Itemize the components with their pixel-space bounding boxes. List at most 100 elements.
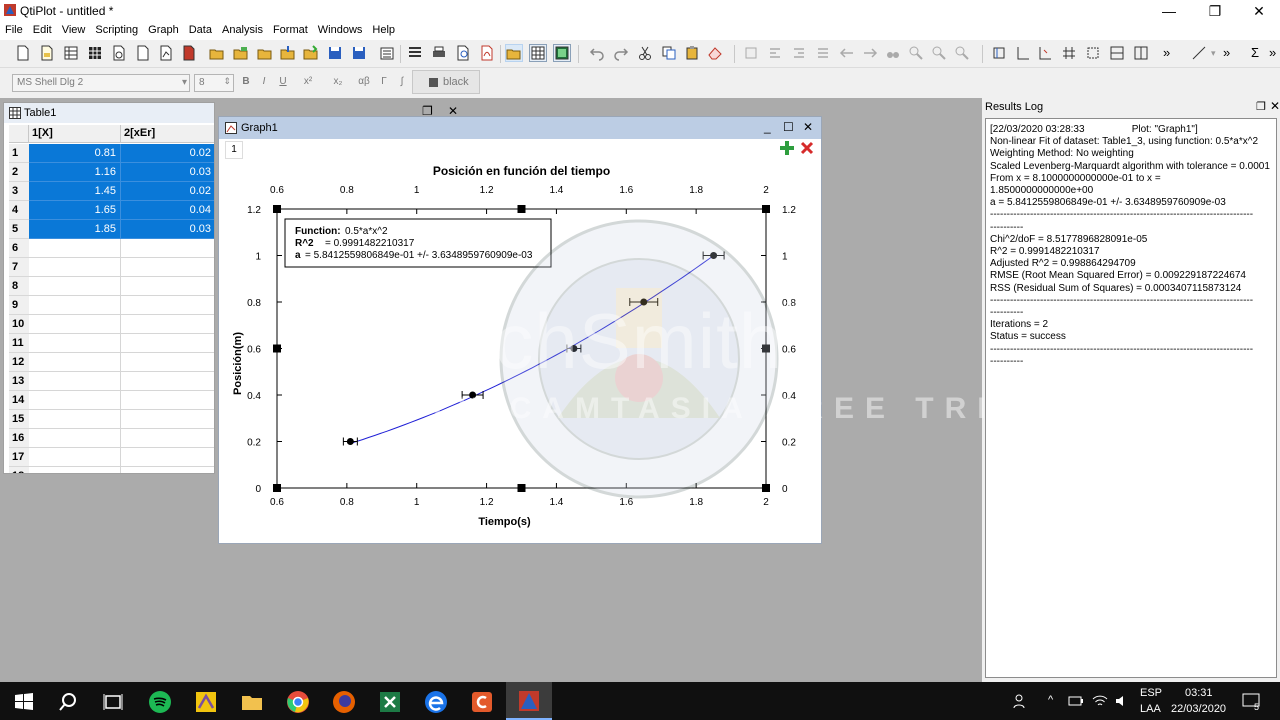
- add-layer-icon[interactable]: [742, 44, 760, 62]
- row-number[interactable]: 16: [9, 429, 29, 448]
- menu-format[interactable]: Format: [268, 22, 313, 40]
- print-preview-icon[interactable]: [454, 44, 472, 62]
- graph-view-icon[interactable]: [553, 44, 571, 62]
- new-folder-icon[interactable]: [38, 44, 56, 62]
- project-explorer-icon[interactable]: [378, 44, 396, 62]
- rescale-icon[interactable]: [953, 44, 971, 62]
- cut-icon[interactable]: [636, 44, 654, 62]
- table-window[interactable]: Table1 ❐ 1[X] 2[xEr] 10.810.0221.160.033…: [3, 102, 215, 474]
- tray-chevron-icon[interactable]: ^: [1048, 694, 1053, 706]
- layout-columns-icon[interactable]: [1132, 44, 1150, 62]
- row-number[interactable]: 2: [9, 163, 29, 182]
- volume-icon[interactable]: [1114, 693, 1130, 709]
- toolbar-overflow-icon[interactable]: »: [1162, 44, 1180, 62]
- table-cell-xerr[interactable]: [121, 372, 214, 391]
- table-cell-x[interactable]: [29, 258, 121, 277]
- font-size-spinbox[interactable]: 8 ⇕: [194, 74, 234, 92]
- table-cell-x[interactable]: [29, 467, 121, 473]
- menu-view[interactable]: View: [57, 22, 91, 40]
- table-cell-xerr[interactable]: [121, 429, 214, 448]
- row-number[interactable]: 3: [9, 182, 29, 201]
- zoom-out-icon[interactable]: [930, 44, 948, 62]
- file-explorer-icon[interactable]: [240, 690, 264, 714]
- clear-icon[interactable]: [706, 44, 724, 62]
- graph-window[interactable]: Graph1 _ ☐ ✕ 1 Posición en función del t…: [218, 116, 822, 544]
- superscript-button[interactable]: x²: [300, 76, 316, 87]
- menu-edit[interactable]: Edit: [28, 22, 57, 40]
- underline-button[interactable]: U: [275, 76, 291, 87]
- row-number[interactable]: 9: [9, 296, 29, 315]
- results-log-icon[interactable]: [406, 44, 424, 62]
- row-number[interactable]: 17: [9, 448, 29, 467]
- row-number[interactable]: 1: [9, 144, 29, 163]
- axis-arrow-icon[interactable]: [1036, 44, 1054, 62]
- table-cell-x[interactable]: [29, 296, 121, 315]
- search-icon[interactable]: [56, 690, 80, 714]
- table-cell-x[interactable]: 1.65: [29, 201, 121, 220]
- table-cell-x[interactable]: 1.16: [29, 163, 121, 182]
- graph-close-button[interactable]: ✕: [803, 120, 813, 134]
- new-note-icon[interactable]: [110, 44, 128, 62]
- table-cell-x[interactable]: [29, 277, 121, 296]
- table-corner[interactable]: [9, 125, 29, 143]
- table-cell-x[interactable]: [29, 391, 121, 410]
- axis-l-icon[interactable]: [1014, 44, 1032, 62]
- bold-button[interactable]: B: [238, 76, 254, 87]
- toolbar-overflow3-icon[interactable]: »: [1268, 44, 1280, 62]
- graph-maximize-button[interactable]: ☐: [783, 120, 794, 134]
- menu-data[interactable]: Data: [184, 22, 217, 40]
- table-window-titlebar[interactable]: Table1 ❐: [4, 103, 214, 123]
- menu-help[interactable]: Help: [367, 22, 400, 40]
- align-right-icon[interactable]: [790, 44, 808, 62]
- save-as-icon[interactable]: [350, 44, 368, 62]
- excel-icon[interactable]: [378, 690, 402, 714]
- menu-file[interactable]: File: [0, 22, 28, 40]
- results-float-button[interactable]: ❐: [1256, 100, 1266, 113]
- new-project-icon[interactable]: [14, 44, 32, 62]
- table-cell-xerr[interactable]: [121, 315, 214, 334]
- spotify-icon[interactable]: [148, 690, 172, 714]
- column-header-x[interactable]: 1[X]: [29, 125, 121, 143]
- menu-graph[interactable]: Graph: [143, 22, 184, 40]
- row-number[interactable]: 8: [9, 277, 29, 296]
- table-cell-xerr[interactable]: [121, 334, 214, 353]
- row-number[interactable]: 11: [9, 334, 29, 353]
- table-cell-x[interactable]: [29, 410, 121, 429]
- new-matrix-icon[interactable]: [86, 44, 104, 62]
- toolbar-overflow2-icon[interactable]: »: [1222, 44, 1240, 62]
- select-region-icon[interactable]: [1084, 44, 1102, 62]
- subscript-button[interactable]: x₂: [330, 76, 346, 87]
- row-number[interactable]: 6: [9, 239, 29, 258]
- open-recent-icon[interactable]: [256, 44, 274, 62]
- results-log-text[interactable]: [22/03/2020 03:28:33 Plot: "Graph1"] Non-…: [985, 118, 1277, 678]
- language-top[interactable]: ESP: [1140, 687, 1162, 699]
- camtasia-icon[interactable]: [470, 690, 494, 714]
- export-pdf-icon[interactable]: [478, 44, 496, 62]
- row-number[interactable]: 14: [9, 391, 29, 410]
- table-cell-xerr[interactable]: 0.04: [121, 201, 214, 220]
- screen-reader-icon[interactable]: [990, 44, 1008, 62]
- copy-icon[interactable]: [660, 44, 678, 62]
- menu-windows[interactable]: Windows: [313, 22, 368, 40]
- save-project-icon[interactable]: [326, 44, 344, 62]
- maximize-button[interactable]: ❐: [1192, 0, 1238, 22]
- firefox-icon[interactable]: [332, 690, 356, 714]
- gamma-button[interactable]: Γ: [376, 76, 392, 87]
- row-number[interactable]: 4: [9, 201, 29, 220]
- clock-time[interactable]: 03:31: [1185, 687, 1213, 699]
- new-3d-plot-icon[interactable]: [180, 44, 198, 62]
- row-number[interactable]: 12: [9, 353, 29, 372]
- winrar-icon[interactable]: [194, 690, 218, 714]
- table-cell-xerr[interactable]: [121, 277, 214, 296]
- results-close-button[interactable]: ✕: [1270, 99, 1280, 113]
- graph-window-titlebar[interactable]: Graph1 _ ☐ ✕: [219, 117, 821, 139]
- row-number[interactable]: 13: [9, 372, 29, 391]
- edge-icon[interactable]: [424, 690, 448, 714]
- new-graph-icon[interactable]: [134, 44, 152, 62]
- scatter-plot[interactable]: Posición en función del tiempo 0.6 0.6 0.8 0…: [219, 139, 821, 543]
- wifi-icon[interactable]: [1092, 693, 1108, 709]
- table-cell-x[interactable]: 1.85: [29, 220, 121, 239]
- zoom-in-icon[interactable]: [907, 44, 925, 62]
- table-cell-x[interactable]: [29, 334, 121, 353]
- chrome-icon[interactable]: [286, 690, 310, 714]
